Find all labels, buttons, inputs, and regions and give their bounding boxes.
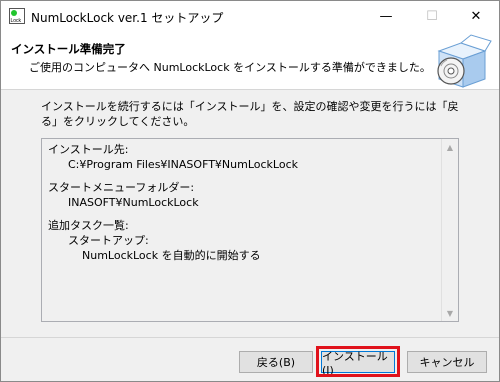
startmenu-value: INASOFT¥NumLockLock <box>68 196 199 209</box>
tasks-label: 追加タスク一覧: <box>48 219 129 232</box>
install-highlight-box <box>316 346 400 377</box>
setup-box-icon <box>437 34 492 88</box>
startup-value: NumLockLock を自動的に開始する <box>82 249 261 262</box>
maximize-button[interactable]: ☐ <box>409 1 455 31</box>
instruction-text: インストールを続行するには「インストール」を、設定の確認や変更を行うには「戻る」… <box>41 100 459 128</box>
numlock-app-icon: Lock <box>9 8 25 24</box>
startmenu-label: スタートメニューフォルダー: <box>48 181 195 194</box>
page-title: インストール準備完了 <box>11 42 126 56</box>
cancel-button[interactable]: キャンセル <box>407 351 487 373</box>
footer-divider <box>1 337 499 338</box>
back-button[interactable]: 戻る(B) <box>239 351 313 373</box>
app-icon-label: Lock <box>11 18 22 24</box>
wizard-header: インストール準備完了 ご使用のコンピュータへ NumLockLock をインスト… <box>1 31 499 90</box>
window-title: NumLockLock ver.1 セットアップ <box>31 11 224 25</box>
page-subtitle: ご使用のコンピュータへ NumLockLock をインストールする準備ができまし… <box>29 61 431 74</box>
title-bar: Lock NumLockLock ver.1 セットアップ — ☐ ✕ <box>1 1 499 31</box>
minimize-button[interactable]: — <box>363 1 409 31</box>
installer-window: Lock NumLockLock ver.1 セットアップ — ☐ ✕ インスト… <box>0 0 500 382</box>
startup-label: スタートアップ: <box>68 234 149 247</box>
scroll-up-icon[interactable]: ▲ <box>442 139 458 155</box>
scroll-down-icon[interactable]: ▼ <box>442 305 458 321</box>
summary-memo[interactable]: インストール先: C:¥Program Files¥INASOFT¥NumLoc… <box>41 138 459 322</box>
close-button[interactable]: ✕ <box>453 1 499 31</box>
dest-label: インストール先: <box>48 143 129 156</box>
dest-value: C:¥Program Files¥INASOFT¥NumLockLock <box>68 158 299 171</box>
vertical-scrollbar[interactable]: ▲ ▼ <box>441 139 458 321</box>
